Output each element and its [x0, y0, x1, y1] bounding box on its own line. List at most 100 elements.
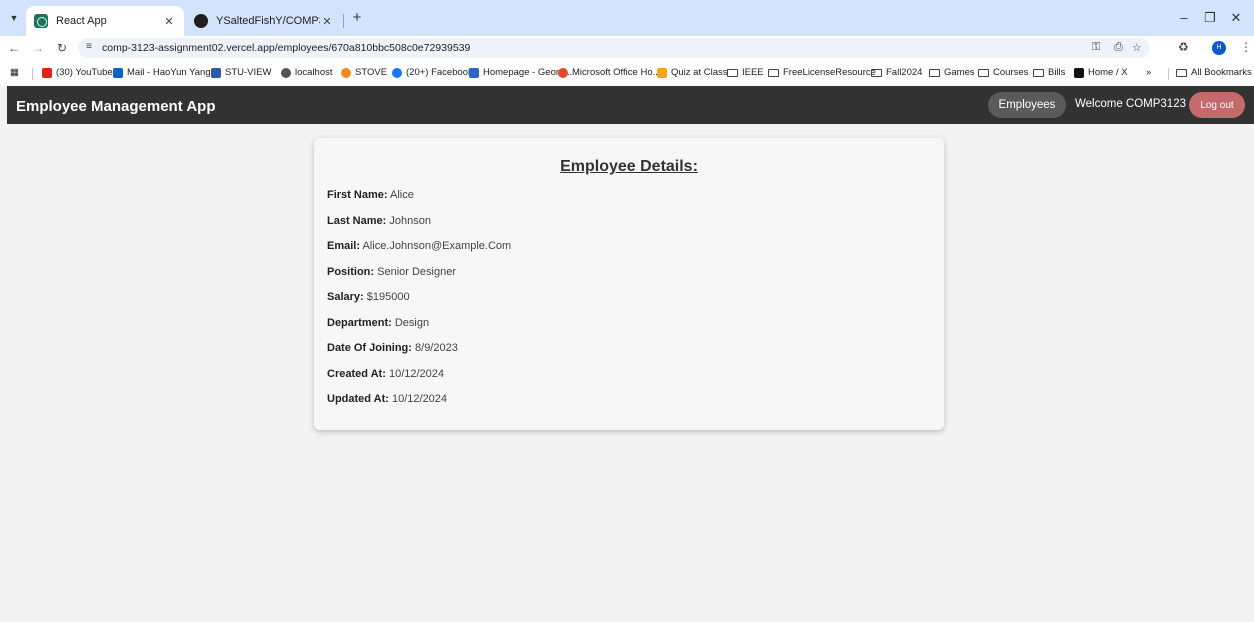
extensions-icon[interactable]: ♻ [1178, 40, 1189, 54]
field-department: Department: Design [327, 317, 429, 329]
field-date-of-joining: Date Of Joining: 8/9/2023 [327, 342, 458, 354]
office-icon [558, 67, 568, 78]
field-salary: Salary: $195000 [327, 291, 410, 303]
reload-icon[interactable]: ↻ [54, 40, 70, 56]
employee-details-card: Employee Details: First Name: Alice Last… [314, 138, 944, 430]
field-created-at: Created At: 10/12/2024 [327, 368, 444, 380]
bookmark-label: FreeLicenseResource [783, 67, 876, 78]
close-icon[interactable]: ✕ [162, 15, 176, 28]
field-label: Salary: [327, 291, 364, 303]
bookmark-label: STOVE [355, 67, 388, 78]
bookmark-label: Bills [1048, 67, 1066, 78]
tab-github[interactable]: YSaltedFishY/COMP3123-Assig ✕ [186, 6, 342, 36]
bookmark-stu-view[interactable]: STU-VIEW [211, 67, 271, 78]
field-label: Last Name: [327, 215, 387, 227]
page-content: Employee Details: First Name: Alice Last… [7, 124, 1254, 622]
tab-divider [343, 14, 344, 28]
bookmarks-divider [1168, 68, 1169, 80]
menu-kebab-icon[interactable]: ⋮ [1240, 40, 1252, 54]
field-label: First Name: [327, 189, 388, 201]
field-value: 8/9/2023 [415, 342, 458, 354]
restore-icon[interactable]: ❐ [1200, 10, 1220, 26]
field-last-name: Last Name: Johnson [327, 215, 431, 227]
apps-grid-icon[interactable]: ▦ [10, 67, 19, 78]
field-label: Date Of Joining: [327, 342, 412, 354]
bookmark-star-icon[interactable]: ☆ [1132, 41, 1142, 54]
bookmark-folder-bills[interactable]: Bills [1033, 67, 1065, 78]
install-app-icon[interactable]: ⎙ [1114, 41, 1123, 54]
site-info-icon[interactable]: ≡ [86, 41, 92, 52]
close-icon[interactable]: ✕ [320, 15, 334, 28]
all-bookmarks[interactable]: All Bookmarks [1176, 67, 1252, 78]
bookmark-label: (30) YouTube [56, 67, 113, 78]
bookmark-label: STU-VIEW [225, 67, 272, 78]
bookmark-folder-courses[interactable]: Courses [978, 67, 1028, 78]
globe-icon [281, 67, 291, 78]
x-icon [1074, 67, 1084, 78]
bookmark-quiz[interactable]: Quiz at Class [657, 67, 728, 78]
bookmarks-divider [32, 68, 33, 80]
new-tab-icon[interactable]: + [348, 9, 366, 27]
bookmark-label: Home / X [1088, 67, 1128, 78]
bookmark-office[interactable]: Microsoft Office Ho... [558, 67, 661, 78]
field-label: Email: [327, 240, 361, 252]
address-bar[interactable]: ≡ comp-3123-assignment02.vercel.app/empl… [78, 38, 1150, 58]
quiz-icon [657, 67, 667, 78]
app-navbar: Employee Management App Employees Welcom… [7, 86, 1254, 124]
back-icon[interactable]: ← [6, 40, 22, 56]
folder-icon [978, 68, 989, 77]
tab-search-icon[interactable]: ▼ [6, 10, 22, 26]
bookmark-stove[interactable]: STOVE [341, 67, 387, 78]
homepage-icon [469, 67, 479, 78]
folder-icon [768, 68, 779, 77]
bookmark-label: Microsoft Office Ho... [572, 67, 661, 78]
bookmark-home-x[interactable]: Home / X [1074, 67, 1128, 78]
folder-icon [1176, 68, 1187, 77]
field-value: Johnson [389, 215, 431, 227]
bookmark-label: All Bookmarks [1191, 67, 1252, 78]
bookmark-folder-games[interactable]: Games [929, 67, 975, 78]
react-favicon-icon [34, 14, 48, 28]
field-value: $195000 [366, 291, 410, 303]
bookmark-label: Games [944, 67, 975, 78]
field-value: Senior Designer [377, 266, 456, 278]
bookmark-mail[interactable]: Mail - HaoYun Yang... [113, 67, 219, 78]
profile-avatar[interactable]: H [1212, 41, 1226, 55]
bookmark-folder-freelicense[interactable]: FreeLicenseResource [768, 67, 876, 78]
bookmark-label: Quiz at Class [671, 67, 728, 78]
window-close-icon[interactable]: ✕ [1226, 10, 1246, 26]
youtube-icon [42, 67, 52, 78]
password-key-icon[interactable]: ⚿ [1092, 41, 1100, 54]
app-brand[interactable]: Employee Management App [16, 98, 215, 115]
bookmark-label: IEEE [742, 67, 764, 78]
field-label: Updated At: [327, 393, 389, 405]
bookmark-localhost[interactable]: localhost [281, 67, 333, 78]
tab-react-app[interactable]: React App ✕ [26, 6, 184, 36]
github-icon [194, 14, 208, 28]
field-value: Design [394, 317, 430, 329]
bookmark-label: Fall2024 [886, 67, 923, 78]
field-updated-at: Updated At: 10/12/2024 [327, 393, 447, 405]
minimize-icon[interactable]: – [1174, 10, 1194, 25]
bookmarks-bar: ▦ (30) YouTube Mail - HaoYun Yang... STU… [0, 60, 1254, 86]
bookmark-facebook[interactable]: (20+) Facebook [392, 67, 473, 78]
field-value: 10/12/2024 [391, 393, 448, 405]
bookmark-label: (20+) Facebook [406, 67, 473, 78]
url-text: comp-3123-assignment02.vercel.app/employ… [102, 42, 471, 54]
outlook-icon [113, 67, 123, 78]
bookmark-label: Courses [993, 67, 1029, 78]
field-label: Created At: [327, 368, 386, 380]
forward-icon[interactable]: → [30, 40, 46, 56]
employees-button[interactable]: Employees [988, 92, 1066, 118]
bookmark-folder-ieee[interactable]: IEEE [727, 67, 764, 78]
logout-button[interactable]: Log out [1189, 92, 1245, 118]
field-value: Alice [389, 189, 414, 201]
bookmark-youtube[interactable]: (30) YouTube [42, 67, 113, 78]
stove-icon [341, 67, 351, 78]
bookmark-label: localhost [295, 67, 333, 78]
card-title: Employee Details: [560, 158, 698, 175]
bookmark-folder-fall2024[interactable]: Fall2024 [871, 67, 922, 78]
bookmark-homepage[interactable]: Homepage - Georg... [469, 67, 572, 78]
tab-title: React App [56, 15, 107, 27]
more-bookmarks-icon[interactable]: » [1146, 67, 1151, 78]
